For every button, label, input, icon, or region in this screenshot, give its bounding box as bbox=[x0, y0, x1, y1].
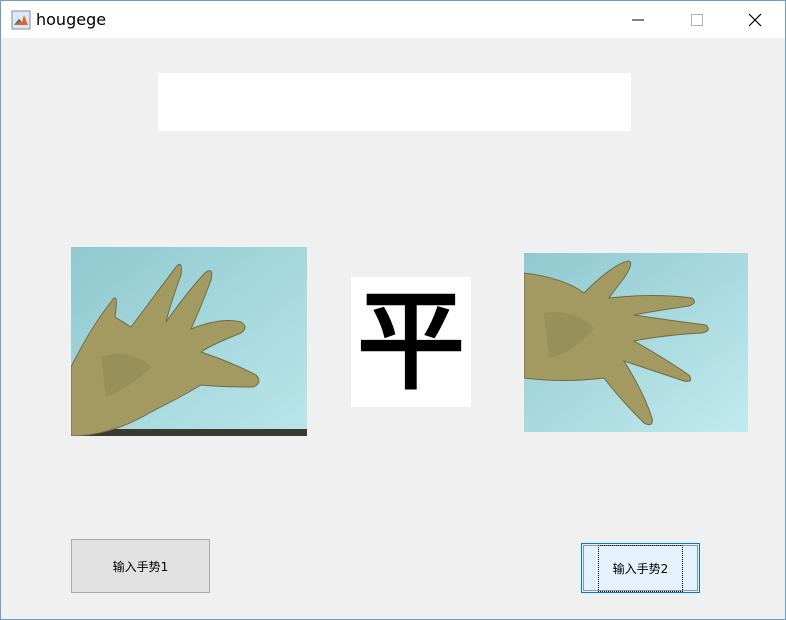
matlab-icon bbox=[11, 10, 31, 30]
gesture-image-1 bbox=[71, 247, 307, 436]
maximize-button[interactable] bbox=[674, 1, 720, 38]
result-char: 平 bbox=[356, 279, 465, 405]
window-title: hougege bbox=[36, 10, 107, 29]
hand-photo-icon bbox=[524, 253, 748, 432]
close-icon bbox=[748, 13, 762, 26]
input-gesture-1-label: 输入手势1 bbox=[112, 559, 169, 574]
close-button[interactable] bbox=[732, 1, 778, 38]
result-text-display bbox=[158, 73, 631, 131]
result-char-box: 平 bbox=[351, 277, 471, 407]
app-window: hougege 平 输入手势1 输入手势2 bbox=[0, 0, 786, 620]
maximize-icon bbox=[691, 13, 703, 26]
gesture-image-2 bbox=[524, 253, 748, 432]
input-gesture-1-button[interactable]: 输入手势1 bbox=[71, 539, 210, 593]
input-gesture-2-label: 输入手势2 bbox=[597, 544, 684, 592]
title-bar[interactable]: hougege bbox=[1, 1, 785, 38]
input-gesture-2-button[interactable]: 输入手势2 bbox=[581, 543, 700, 593]
hand-photo-icon bbox=[71, 247, 307, 436]
minimize-icon bbox=[632, 19, 644, 20]
minimize-button[interactable] bbox=[615, 1, 661, 38]
